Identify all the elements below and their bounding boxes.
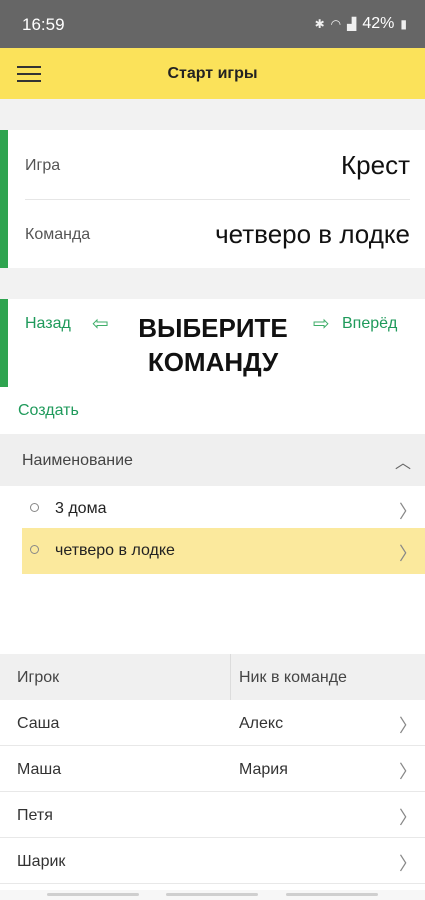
- game-info-card: Игра Крест Команда четверо в лодке: [0, 130, 425, 268]
- battery-percent: 42%: [362, 15, 395, 32]
- bluetooth-icon: ✱: [314, 17, 325, 31]
- status-bar: 16:59 ✱ ◠ ▟ 42% ▮: [0, 0, 425, 48]
- players-table: Игрок Ник в команде Саша Алекс 〉 Маша Ма…: [0, 654, 425, 900]
- team-list-header[interactable]: Наименование ︿: [0, 434, 425, 486]
- game-value: Крест: [341, 150, 410, 180]
- heading-line-2: КОМАНДУ: [147, 347, 279, 377]
- nickname-cell: Мария: [239, 761, 288, 778]
- team-name: четверо в лодке: [55, 542, 175, 559]
- signal-icon: ▟: [347, 17, 357, 31]
- forward-button[interactable]: Вперёд: [342, 315, 397, 333]
- nav-recents-pill[interactable]: [47, 893, 139, 896]
- team-name: 3 дома: [55, 500, 107, 517]
- status-icons: ✱ ◠ ▟ 42% ▮: [315, 15, 407, 33]
- table-row[interactable]: Маша Мария 〉: [0, 746, 425, 792]
- nav-home-pill[interactable]: [166, 893, 258, 896]
- status-time: 16:59: [22, 15, 65, 34]
- chevron-right-icon: 〉: [399, 808, 417, 828]
- wifi-icon: ◠: [330, 17, 342, 31]
- arrow-right-icon[interactable]: ⇨: [313, 311, 330, 336]
- list-item-selected[interactable]: четверо в лодке 〉: [22, 528, 425, 574]
- column-divider: [230, 654, 231, 700]
- player-cell: Петя: [17, 807, 53, 824]
- back-button[interactable]: Назад: [25, 315, 71, 333]
- system-nav-bar: [0, 890, 425, 900]
- nickname-cell: Алекс: [239, 715, 284, 732]
- game-row: Игра Крест: [25, 130, 410, 199]
- chevron-right-icon: 〉: [399, 716, 417, 736]
- team-label: Команда: [25, 226, 91, 243]
- team-value: четверо в лодке: [215, 219, 410, 249]
- chevron-right-icon: 〉: [399, 544, 417, 564]
- page-title: Старт игры: [167, 65, 258, 82]
- table-row[interactable]: Шарик 〉: [0, 838, 425, 884]
- radio-icon: [30, 503, 39, 512]
- table-row[interactable]: Петя 〉: [0, 792, 425, 838]
- chevron-right-icon: 〉: [399, 502, 417, 522]
- nickname-column-header: Ник в команде: [239, 669, 347, 686]
- battery-icon: ▮: [400, 17, 407, 31]
- player-cell: Маша: [17, 761, 62, 778]
- table-row[interactable]: Саша Алекс 〉: [0, 700, 425, 746]
- team-list: 3 дома 〉 четверо в лодке 〉: [0, 486, 425, 654]
- arrow-left-icon[interactable]: ⇦: [92, 311, 109, 336]
- heading-line-1: ВЫБЕРИТЕ: [138, 313, 288, 343]
- name-column-header: Наименование: [22, 452, 133, 469]
- chevron-right-icon: 〉: [399, 854, 417, 874]
- accent-bar: [0, 299, 8, 387]
- create-button[interactable]: Создать: [18, 402, 79, 420]
- player-cell: Саша: [17, 715, 60, 732]
- chevron-right-icon: 〉: [399, 762, 417, 782]
- team-row: Команда четверо в лодке: [25, 199, 410, 268]
- app-bar: Старт игры: [0, 48, 425, 99]
- select-team-heading: ВЫБЕРИТЕ КОМАНДУ: [128, 311, 298, 379]
- nav-back-pill[interactable]: [286, 893, 378, 896]
- chevron-up-icon[interactable]: ︿: [395, 449, 411, 473]
- radio-icon: [30, 545, 39, 554]
- player-cell: Шарик: [17, 853, 66, 870]
- team-nav-card: Назад ⇦ ВЫБЕРИТЕ КОМАНДУ ⇨ Вперёд: [0, 299, 425, 387]
- game-label: Игра: [25, 157, 61, 174]
- accent-bar: [0, 130, 8, 268]
- table-header: Игрок Ник в команде: [0, 654, 425, 700]
- create-row: Создать: [0, 387, 425, 434]
- player-column-header: Игрок: [17, 669, 60, 686]
- list-item[interactable]: 3 дома 〉: [22, 486, 425, 532]
